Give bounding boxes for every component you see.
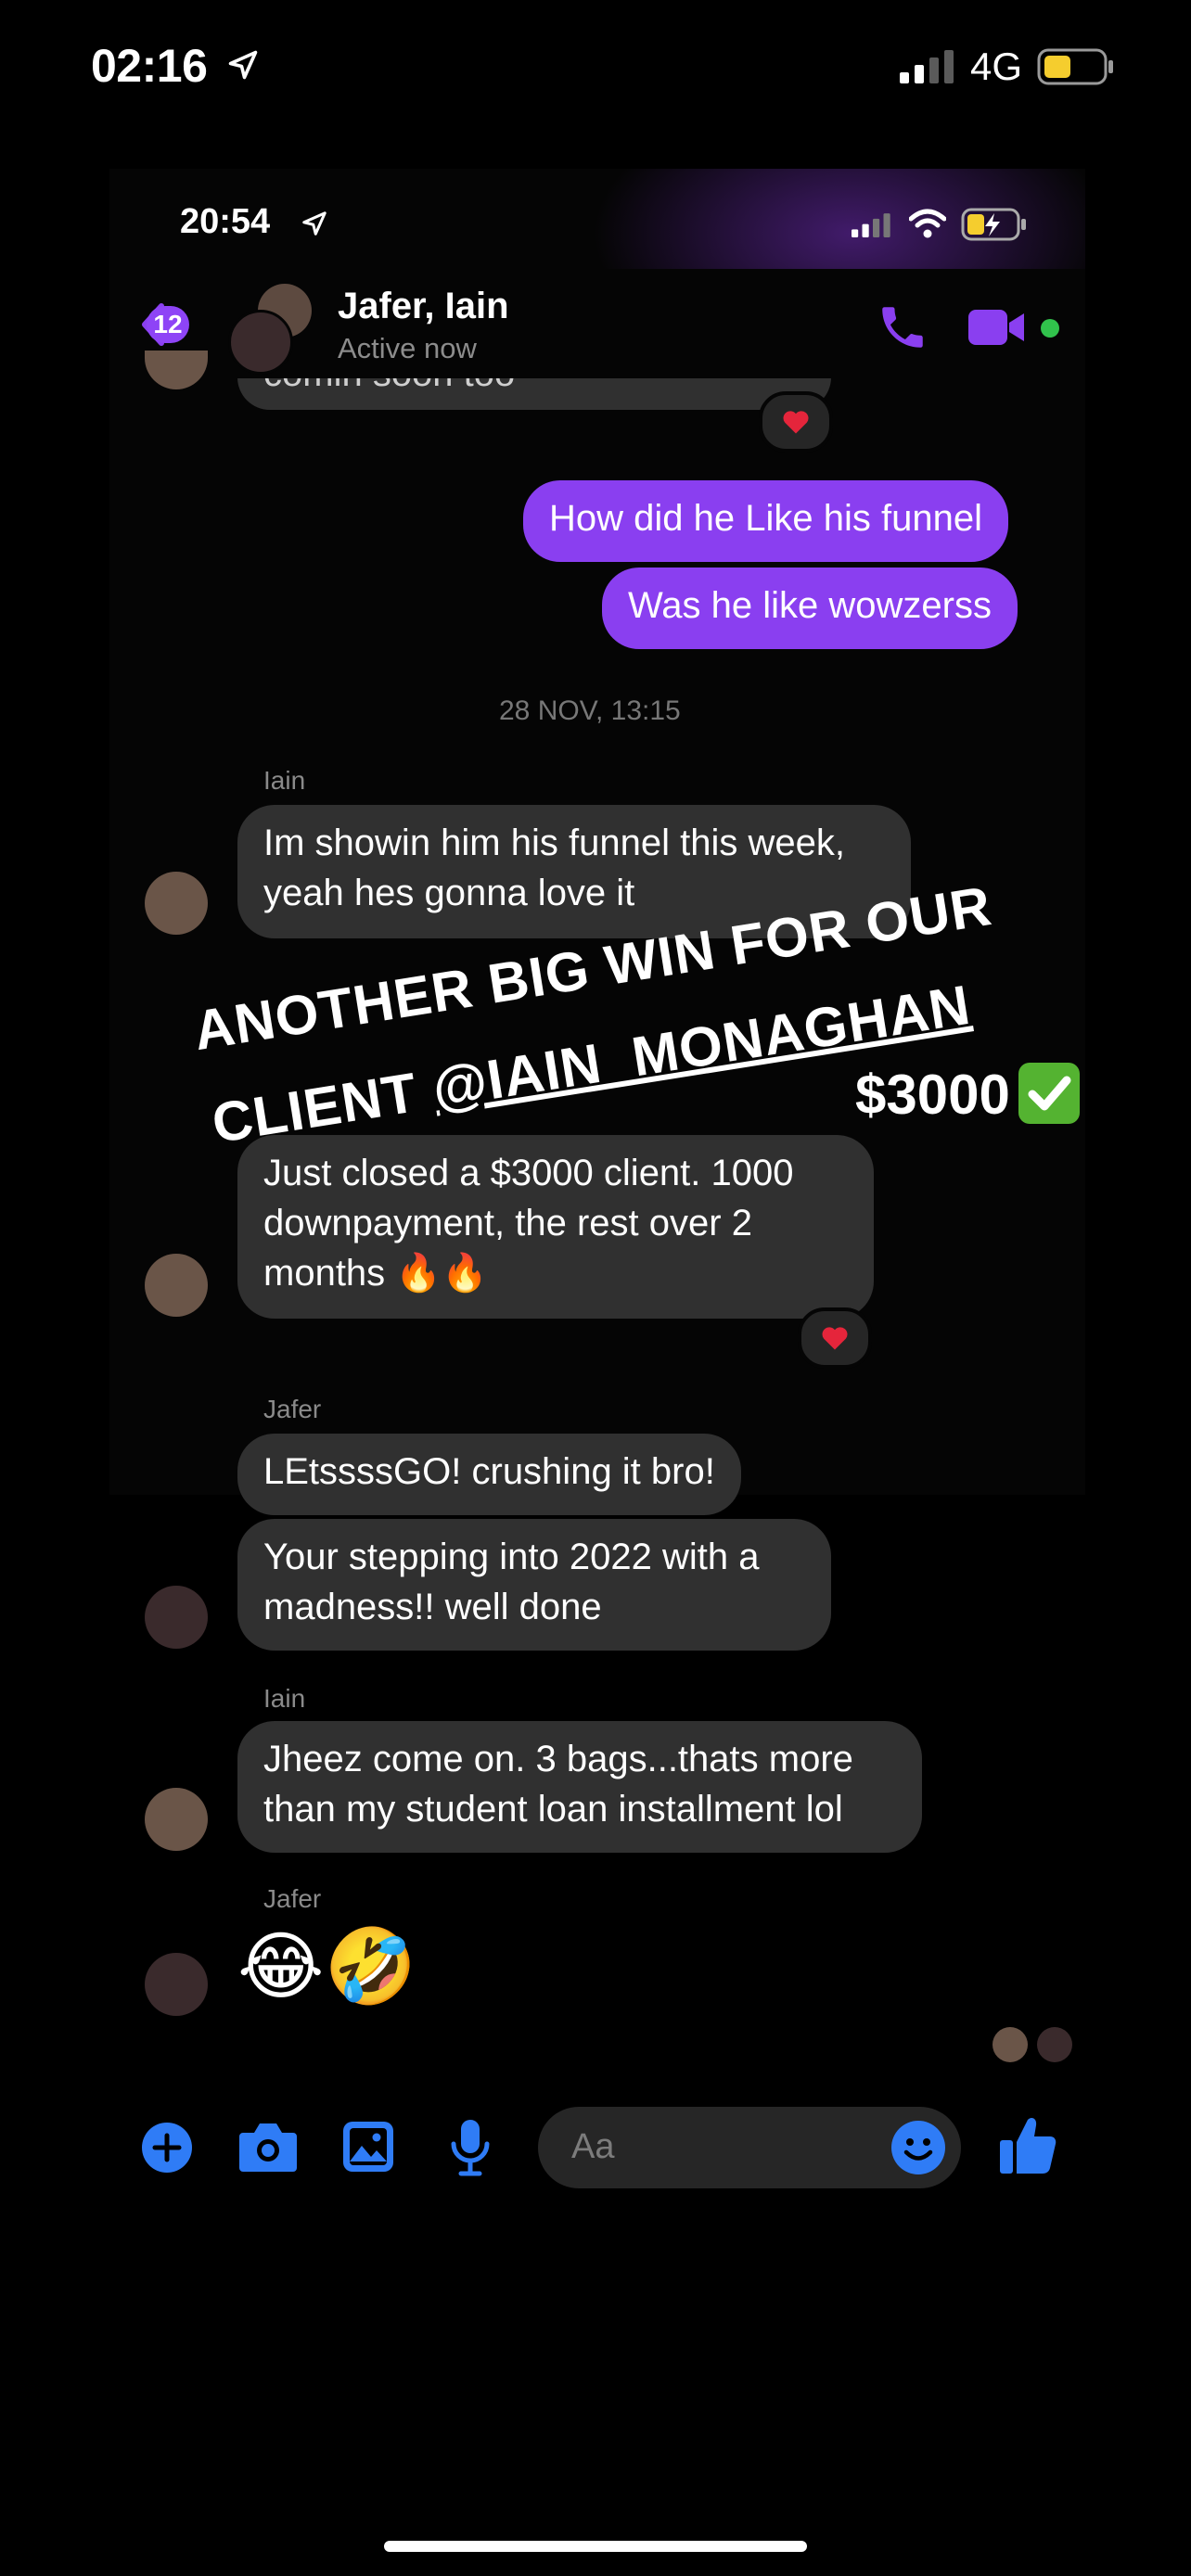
read-receipt-avatar [992,2027,1028,2062]
emoji-icon[interactable] [890,2120,946,2175]
signal-icon [900,50,954,83]
microphone-icon[interactable] [449,2118,492,2177]
avatar [228,310,293,375]
active-status: Active now [338,332,477,364]
status-time: 02:16 [91,40,208,92]
read-receipt-avatar [1037,2027,1072,2062]
message-text: Was he like wowzerss [628,585,992,626]
sender-name: Jafer [263,1884,322,1913]
avatar [145,1953,208,2016]
message-bubble-outgoing[interactable]: How did he Like his funnel [523,480,1008,562]
gallery-icon[interactable] [341,2120,395,2174]
message-bubble[interactable]: LEtssssGO! crushing it bro! [237,1434,741,1515]
input-placeholder: Aa [571,2127,615,2166]
home-indicator [384,2541,807,2552]
avatar [145,1788,208,1851]
message-bubble[interactable]: Jheez come on. 3 bags...thats more than … [237,1721,922,1853]
message-text: Im showin him his funnel this week, yeah… [263,823,845,913]
location-arrow-icon [228,50,258,80]
heart-icon [783,411,809,434]
online-dot [1041,319,1059,338]
network-type: 4G [970,45,1023,88]
message-bubble[interactable]: Your stepping into 2022 with a madness!!… [237,1519,831,1651]
battery-icon [1037,48,1113,85]
message-bubble-outgoing[interactable]: Was he like wowzerss [602,567,1018,649]
embedded-screenshot: 20:54 12 Jafer, Iain Active now comin so… [109,169,1085,1495]
battery-charging-icon [961,208,1026,241]
emoji-message[interactable]: 😂🤣 [237,1925,416,2009]
check-mark-icon [1018,1063,1080,1124]
avatar [145,1254,208,1317]
date-separator: 28 NOV, 13:15 [499,695,681,726]
sender-name: Iain [263,1684,306,1713]
video-icon[interactable] [967,304,1030,351]
avatar [145,1586,208,1649]
message-text: Just closed a $3000 client. 1000 downpay… [263,1153,794,1294]
phone-icon[interactable] [876,300,929,354]
wifi-icon [909,209,946,238]
reaction[interactable] [759,391,833,453]
chat-title[interactable]: Jafer, Iain [338,286,509,327]
message-text: LEtssssGO! crushing it bro! [263,1451,715,1492]
signal-icon [852,213,890,237]
location-arrow-icon [302,211,327,236]
message-text: Jheez come on. 3 bags...thats more than … [263,1739,853,1830]
unread-badge[interactable]: 12 [147,306,189,343]
sender-name: Iain [263,766,306,795]
message-bubble[interactable]: Just closed a $3000 client. 1000 downpay… [237,1135,874,1319]
camera-icon[interactable] [237,2120,299,2174]
thumbs-up-icon[interactable] [998,2114,1057,2175]
inner-status-time: 20:54 [180,202,271,241]
message-text: Your stepping into 2022 with a madness!!… [263,1537,760,1627]
reaction[interactable] [798,1307,872,1369]
message-input[interactable]: Aa [538,2107,961,2188]
avatar [145,872,208,935]
amount-label: $3000 [855,1064,1010,1126]
plus-icon[interactable] [141,2122,193,2174]
sender-name: Jafer [263,1395,322,1423]
message-text: How did he Like his funnel [549,498,982,539]
heart-icon [822,1327,848,1350]
avatar [145,351,208,389]
